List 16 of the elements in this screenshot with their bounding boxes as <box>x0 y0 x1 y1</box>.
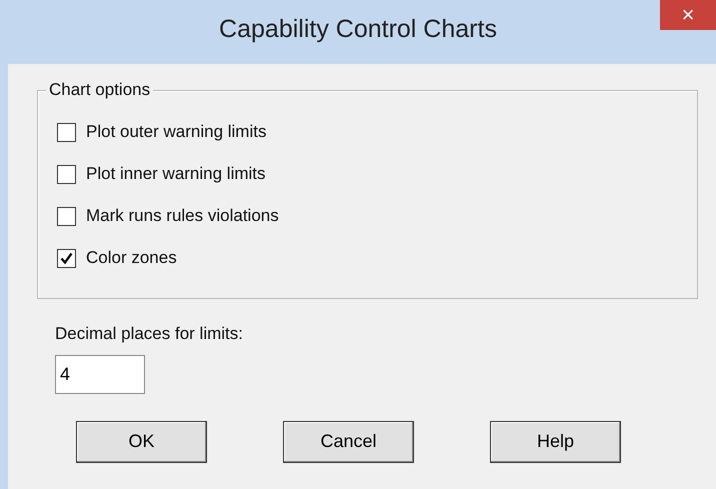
checkbox-label: Plot inner warning limits <box>86 163 266 186</box>
checkbox-label: Plot outer warning limits <box>86 121 266 144</box>
dialog-button[interactable]: Cancel <box>283 420 414 462</box>
field-label: Decimal places for limits: <box>55 323 244 345</box>
window-title: Capability Control Charts <box>219 14 497 46</box>
checkbox-label: Color zones <box>86 247 177 270</box>
checkbox[interactable] <box>57 206 76 226</box>
close-button[interactable]: × <box>660 0 716 30</box>
input-field[interactable]: 4 <box>55 354 145 394</box>
checkbox-label: Mark runs rules violations <box>86 205 279 228</box>
checkbox[interactable] <box>57 122 76 142</box>
dialog-button[interactable]: OK <box>76 420 207 462</box>
checkbox[interactable] <box>57 164 76 184</box>
dialog-button[interactable]: Help <box>490 420 621 462</box>
checkbox[interactable] <box>57 248 76 268</box>
group-label: Chart options <box>46 80 154 100</box>
